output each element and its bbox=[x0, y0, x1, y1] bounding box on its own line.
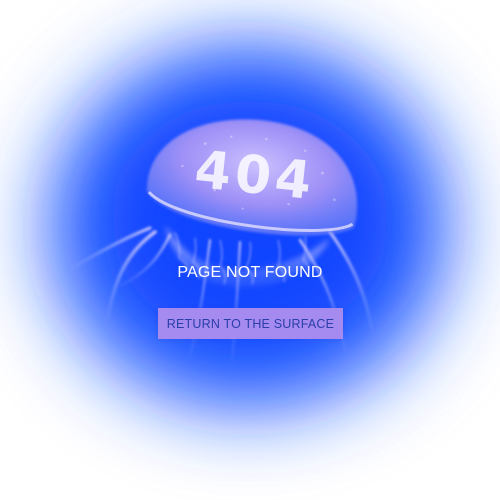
return-to-surface-button[interactable]: RETURN TO THE SURFACE bbox=[158, 308, 343, 339]
error-page: 404 PAGE NOT FOUND RETURN TO THE SURFACE bbox=[0, 0, 500, 500]
jellyfish-illustration bbox=[70, 119, 374, 361]
error-message: PAGE NOT FOUND bbox=[177, 264, 323, 281]
